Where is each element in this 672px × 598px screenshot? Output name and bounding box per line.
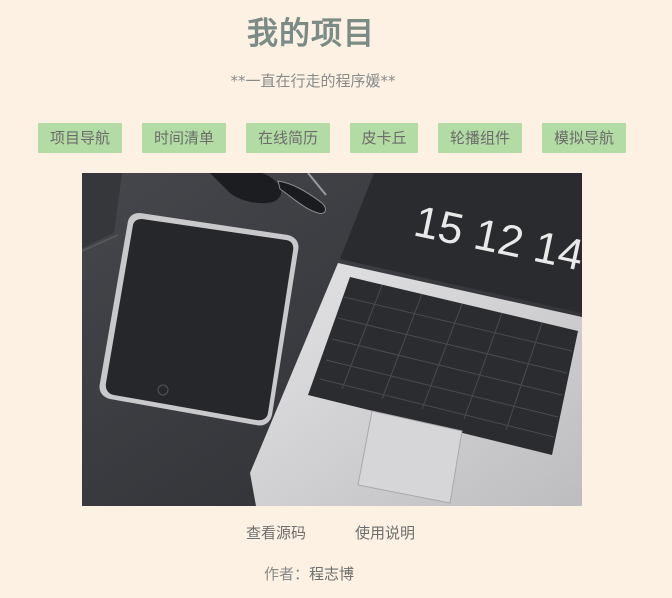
project-nav: 项目导航 时间清单 在线简历 皮卡丘 轮播组件 模拟导航 xyxy=(0,123,672,153)
nav-item-time-list[interactable]: 时间清单 xyxy=(142,123,226,153)
laptop-tablet-photo: 15 12 14 xyxy=(82,173,582,506)
nav-item-online-resume[interactable]: 在线简历 xyxy=(246,123,330,153)
view-source-link[interactable]: 查看源码 xyxy=(246,522,306,543)
page: 我的项目 **一直在行走的程序媛** 项目导航 时间清单 在线简历 皮卡丘 轮播… xyxy=(0,0,672,598)
nav-item-project-navigation[interactable]: 项目导航 xyxy=(38,123,122,153)
project-links: 查看源码 使用说明 xyxy=(0,522,672,542)
nav-item-mock-navigation[interactable]: 模拟导航 xyxy=(542,123,626,153)
page-title: 我的项目 xyxy=(247,16,375,52)
nav-item-pikachu[interactable]: 皮卡丘 xyxy=(350,123,418,153)
tablet-shape xyxy=(99,213,299,426)
page-subtitle: **一直在行走的程序媛** xyxy=(230,72,396,90)
author-line: 作者：程志博 xyxy=(264,563,354,584)
author-name: 程志博 xyxy=(309,565,355,583)
usage-guide-link[interactable]: 使用说明 xyxy=(355,522,415,543)
hero-image: 15 12 14 xyxy=(82,173,582,506)
author-label: 作者： xyxy=(264,565,310,583)
nav-item-carousel[interactable]: 轮播组件 xyxy=(438,123,522,153)
